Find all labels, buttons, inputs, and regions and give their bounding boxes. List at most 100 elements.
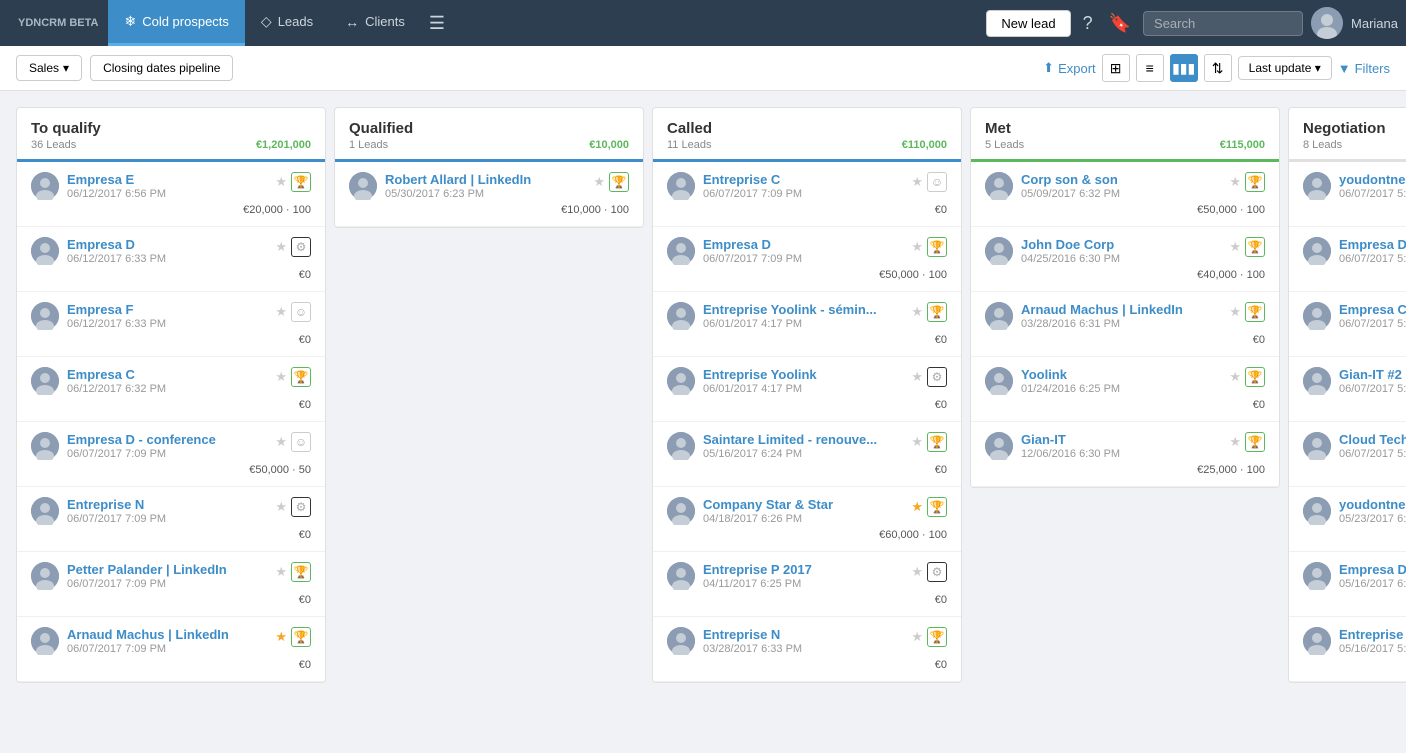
gear-icon[interactable]: ⚙ — [927, 562, 947, 582]
star-icon[interactable]: ★ — [275, 629, 287, 645]
lead-card[interactable]: Entreprise Yoolink - sémin...06/01/2017 … — [653, 292, 961, 357]
lead-card[interactable]: Empresa C06/12/2017 6:32 PM★🏆€0 — [17, 357, 325, 422]
trophy-icon[interactable]: 🏆 — [927, 302, 947, 322]
tab-clients[interactable]: ↔ Clients — [329, 0, 421, 46]
trophy-icon[interactable]: 🏆 — [927, 432, 947, 452]
lead-card[interactable]: Saintare Limited - renouve...05/16/2017 … — [653, 422, 961, 487]
lead-card[interactable]: youdontneedacrm06/07/2017 5:06 PM★€0 — [1289, 162, 1406, 227]
trophy-icon[interactable]: 🏆 — [291, 627, 311, 647]
lead-card[interactable]: Gian-IT #206/07/2017 5:06 PM★€0 — [1289, 357, 1406, 422]
lead-card[interactable]: Yoolink01/24/2016 6:25 PM★🏆€0 — [971, 357, 1279, 422]
star-icon[interactable]: ★ — [1229, 239, 1241, 255]
star-icon[interactable]: ★ — [275, 564, 287, 580]
trophy-icon[interactable]: 🏆 — [609, 172, 629, 192]
trophy-icon[interactable]: 🏆 — [291, 562, 311, 582]
star-icon[interactable]: ★ — [911, 304, 923, 320]
lead-card[interactable]: Entreprise N03/28/2017 6:33 PM★🏆€0 — [653, 617, 961, 682]
avatar[interactable] — [1311, 7, 1343, 39]
new-lead-button[interactable]: New lead — [986, 10, 1070, 37]
trophy-icon[interactable]: 🏆 — [1245, 172, 1265, 192]
lead-card-bottom: €25,000 · 100 — [985, 464, 1265, 476]
star-icon[interactable]: ★ — [911, 434, 923, 450]
lead-card[interactable]: Arnaud Machus | LinkedIn06/07/2017 7:09 … — [17, 617, 325, 682]
lead-card-bottom: €50,000 · 100 — [667, 269, 947, 281]
bookmark-icon[interactable]: 🔖 — [1105, 9, 1135, 38]
star-icon[interactable]: ★ — [911, 369, 923, 385]
lead-card[interactable]: Company Star & Star04/18/2017 6:26 PM★🏆€… — [653, 487, 961, 552]
lead-card[interactable]: Corp son & son05/09/2017 6:32 PM★🏆€50,00… — [971, 162, 1279, 227]
trophy-icon[interactable]: 🏆 — [1245, 302, 1265, 322]
emoji-icon[interactable]: ☺ — [291, 302, 311, 322]
trophy-icon[interactable]: 🏆 — [1245, 237, 1265, 257]
gear-icon[interactable]: ⚙ — [291, 497, 311, 517]
lead-card[interactable]: Empresa C06/07/2017 5:06 PM★€0 — [1289, 292, 1406, 357]
lead-card[interactable]: Empresa E06/12/2017 6:56 PM★🏆€20,000 · 1… — [17, 162, 325, 227]
tab-cold-prospects[interactable]: ❄ Cold prospects — [108, 0, 244, 46]
gear-icon[interactable]: ⚙ — [927, 367, 947, 387]
star-icon[interactable]: ★ — [1229, 174, 1241, 190]
help-icon[interactable]: ? — [1079, 9, 1097, 38]
trophy-icon[interactable]: 🏆 — [291, 367, 311, 387]
star-icon[interactable]: ★ — [275, 304, 287, 320]
star-icon[interactable]: ★ — [275, 174, 287, 190]
lead-card[interactable]: Gian-IT12/06/2016 6:30 PM★🏆€25,000 · 100 — [971, 422, 1279, 487]
lead-card[interactable]: Empresa D - conference06/07/2017 7:09 PM… — [17, 422, 325, 487]
star-icon[interactable]: ★ — [911, 499, 923, 515]
gear-icon[interactable]: ⚙ — [291, 237, 311, 257]
star-icon[interactable]: ★ — [593, 174, 605, 190]
star-icon[interactable]: ★ — [1229, 304, 1241, 320]
trophy-icon[interactable]: 🏆 — [927, 237, 947, 257]
lead-info: Entreprise Yoolink - sémin...06/01/2017 … — [703, 302, 903, 330]
star-icon[interactable]: ★ — [911, 174, 923, 190]
lead-card[interactable]: Entreprise P 201704/11/2017 6:25 PM★⚙€0 — [653, 552, 961, 617]
pipeline-button[interactable]: Closing dates pipeline — [90, 55, 233, 81]
grid-view-button[interactable]: ⊞ — [1102, 54, 1130, 82]
lead-card[interactable]: Entreprise K05/16/2017 5:37 PM★€0 — [1289, 617, 1406, 682]
lead-name: Empresa C — [1339, 302, 1406, 317]
lead-card[interactable]: Empresa D05/16/2017 6:26 PM★€0 — [1289, 552, 1406, 617]
lead-card[interactable]: Cloud Technology06/07/2017 5:06 PM★€0 — [1289, 422, 1406, 487]
lead-name: Entreprise P 2017 — [703, 562, 903, 577]
star-icon[interactable]: ★ — [1229, 434, 1241, 450]
star-icon[interactable]: ★ — [275, 434, 287, 450]
lead-card[interactable]: Petter Palander | LinkedIn06/07/2017 7:0… — [17, 552, 325, 617]
column-title-called: Called — [667, 120, 947, 137]
star-icon[interactable]: ★ — [275, 369, 287, 385]
trophy-icon[interactable]: 🏆 — [291, 172, 311, 192]
list-view-button[interactable]: ≡ — [1136, 54, 1164, 82]
trophy-icon[interactable]: 🏆 — [927, 627, 947, 647]
lead-card[interactable]: Entreprise N06/07/2017 7:09 PM★⚙€0 — [17, 487, 325, 552]
trophy-icon[interactable]: 🏆 — [1245, 367, 1265, 387]
star-icon[interactable]: ★ — [275, 239, 287, 255]
star-icon[interactable]: ★ — [911, 564, 923, 580]
filters-button[interactable]: ▼ Filters — [1338, 61, 1390, 76]
trophy-icon[interactable]: 🏆 — [927, 497, 947, 517]
emoji-icon[interactable]: ☺ — [291, 432, 311, 452]
lead-card[interactable]: Arnaud Machus | LinkedIn03/28/2016 6:31 … — [971, 292, 1279, 357]
sort-button[interactable]: ⇅ — [1204, 54, 1232, 82]
trophy-icon[interactable]: 🏆 — [1245, 432, 1265, 452]
bar-view-button[interactable]: ▮▮▮ — [1170, 54, 1198, 82]
tab-leads[interactable]: ◇ Leads — [245, 0, 329, 46]
lead-card[interactable]: Robert Allard | LinkedIn05/30/2017 6:23 … — [335, 162, 643, 227]
sales-button[interactable]: Sales ▾ — [16, 55, 82, 81]
star-icon[interactable]: ★ — [911, 629, 923, 645]
hamburger-menu[interactable]: ☰ — [421, 13, 453, 34]
lead-card[interactable]: Empresa D06/07/2017 5:06 PM★€0 — [1289, 227, 1406, 292]
star-icon[interactable]: ★ — [911, 239, 923, 255]
lead-card[interactable]: youdontneedacrm05/23/2017 6:24 PM★€0 — [1289, 487, 1406, 552]
lead-card[interactable]: Entreprise C06/07/2017 7:09 PM★☺€0 — [653, 162, 961, 227]
export-button[interactable]: ⬆ Export — [1043, 60, 1095, 76]
search-input[interactable] — [1143, 11, 1303, 36]
star-icon[interactable]: ★ — [1229, 369, 1241, 385]
lead-card[interactable]: John Doe Corp04/25/2016 6:30 PM★🏆€40,000… — [971, 227, 1279, 292]
lead-card[interactable]: Empresa D06/12/2017 6:33 PM★⚙€0 — [17, 227, 325, 292]
lead-card[interactable]: Empresa D06/07/2017 7:09 PM★🏆€50,000 · 1… — [653, 227, 961, 292]
emoji-icon[interactable]: ☺ — [927, 172, 947, 192]
last-update-button[interactable]: Last update ▾ — [1238, 56, 1332, 80]
lead-card[interactable]: Entreprise Yoolink06/01/2017 4:17 PM★⚙€0 — [653, 357, 961, 422]
lead-card-bottom: €0 — [667, 204, 947, 216]
kanban-column-met: Met5 Leads€115,000Corp son & son05/09/20… — [970, 107, 1280, 488]
star-icon[interactable]: ★ — [275, 499, 287, 515]
lead-card[interactable]: Empresa F06/12/2017 6:33 PM★☺€0 — [17, 292, 325, 357]
